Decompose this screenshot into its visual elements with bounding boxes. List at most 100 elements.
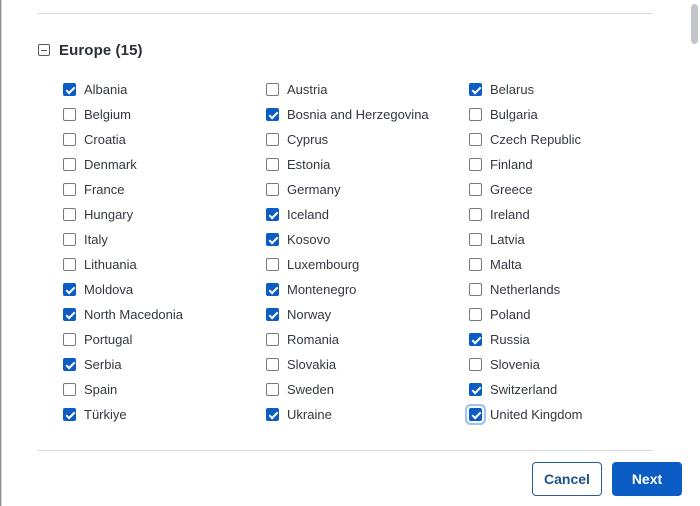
country-label: Kosovo [287,232,331,247]
country-label: Austria [287,82,328,97]
country-label: Lithuania [84,257,137,272]
country-option[interactable]: United Kingdom [469,402,663,427]
checkbox-checked[interactable] [266,233,279,246]
checkbox-checked[interactable] [63,83,76,96]
checkbox-unchecked[interactable] [469,283,482,296]
country-option[interactable]: Estonia [266,152,469,177]
scrollbar[interactable] [688,0,700,452]
checkbox-unchecked[interactable] [266,358,279,371]
next-button[interactable]: Next [612,462,682,496]
checkbox-unchecked[interactable] [266,133,279,146]
country-option[interactable]: Moldova [63,277,266,302]
country-option[interactable]: Hungary [63,202,266,227]
scrollbar-thumb[interactable] [691,4,698,44]
country-option[interactable]: Greece [469,177,663,202]
country-option[interactable]: Denmark [63,152,266,177]
checkbox-unchecked[interactable] [63,108,76,121]
checkbox-unchecked[interactable] [63,233,76,246]
checkbox-checked[interactable] [63,358,76,371]
country-option[interactable]: Kosovo [266,227,469,252]
checkbox-unchecked[interactable] [266,183,279,196]
checkbox-unchecked[interactable] [266,333,279,346]
country-label: Iceland [287,207,329,222]
checkbox-checked[interactable] [266,108,279,121]
cancel-button[interactable]: Cancel [532,462,602,496]
checkbox-checked[interactable] [469,383,482,396]
country-option[interactable]: North Macedonia [63,302,266,327]
country-label: United Kingdom [490,407,583,422]
checkbox-unchecked[interactable] [469,208,482,221]
country-label: Slovakia [287,357,337,372]
checkbox-unchecked[interactable] [63,158,76,171]
country-option[interactable]: Belarus [469,77,663,102]
checkbox-unchecked[interactable] [469,258,482,271]
country-option[interactable]: Italy [63,227,266,252]
checkbox-unchecked[interactable] [469,183,482,196]
checkbox-checked[interactable] [63,408,76,421]
checkbox-checked[interactable] [266,408,279,421]
country-label: Poland [490,307,531,322]
country-label: Albania [84,82,128,97]
country-option[interactable]: Portugal [63,327,266,352]
country-option[interactable]: Bulgaria [469,102,663,127]
country-option[interactable]: Spain [63,377,266,402]
checkbox-checked[interactable] [469,408,482,421]
country-option[interactable]: Türkiye [63,402,266,427]
country-option[interactable]: Lithuania [63,252,266,277]
checkbox-checked[interactable] [266,283,279,296]
country-option[interactable]: Bosnia and Herzegovina [266,102,469,127]
country-option[interactable]: Montenegro [266,277,469,302]
checkbox-unchecked[interactable] [63,208,76,221]
country-option[interactable]: Serbia [63,352,266,377]
country-label: Moldova [84,282,134,297]
country-option[interactable]: Poland [469,302,663,327]
checkbox-unchecked[interactable] [63,383,76,396]
checkbox-unchecked[interactable] [469,158,482,171]
checkbox-unchecked[interactable] [63,333,76,346]
country-option[interactable]: Romania [266,327,469,352]
checkbox-unchecked[interactable] [469,358,482,371]
country-option[interactable]: Netherlands [469,277,663,302]
checkbox-unchecked[interactable] [266,158,279,171]
country-option[interactable]: Slovenia [469,352,663,377]
country-option[interactable]: Cyprus [266,127,469,152]
country-label: Spain [84,382,118,397]
country-option[interactable]: Finland [469,152,663,177]
country-option[interactable]: Sweden [266,377,469,402]
checkbox-unchecked[interactable] [63,258,76,271]
country-option[interactable]: Ireland [469,202,663,227]
country-option[interactable]: Switzerland [469,377,663,402]
country-option[interactable]: Belgium [63,102,266,127]
country-label: Hungary [84,207,134,222]
checkbox-checked[interactable] [469,333,482,346]
country-option[interactable]: Iceland [266,202,469,227]
country-option[interactable]: Czech Republic [469,127,663,152]
checkbox-checked[interactable] [266,208,279,221]
checkbox-checked[interactable] [469,83,482,96]
checkbox-unchecked[interactable] [63,183,76,196]
country-option[interactable]: Ukraine [266,402,469,427]
checkbox-unchecked[interactable] [469,108,482,121]
country-option[interactable]: Russia [469,327,663,352]
checkbox-checked[interactable] [63,283,76,296]
country-option[interactable]: France [63,177,266,202]
country-option[interactable]: Austria [266,77,469,102]
checkbox-unchecked[interactable] [63,133,76,146]
country-option[interactable]: Albania [63,77,266,102]
country-option[interactable]: Malta [469,252,663,277]
collapse-icon[interactable] [38,44,50,56]
checkbox-unchecked[interactable] [469,133,482,146]
checkbox-unchecked[interactable] [266,258,279,271]
country-option[interactable]: Slovakia [266,352,469,377]
checkbox-checked[interactable] [63,308,76,321]
checkbox-unchecked[interactable] [266,383,279,396]
country-option[interactable]: Croatia [63,127,266,152]
country-option[interactable]: Latvia [469,227,663,252]
checkbox-unchecked[interactable] [266,83,279,96]
checkbox-checked[interactable] [266,308,279,321]
country-option[interactable]: Luxembourg [266,252,469,277]
checkbox-unchecked[interactable] [469,308,482,321]
country-option[interactable]: Germany [266,177,469,202]
country-option[interactable]: Norway [266,302,469,327]
checkbox-unchecked[interactable] [469,233,482,246]
